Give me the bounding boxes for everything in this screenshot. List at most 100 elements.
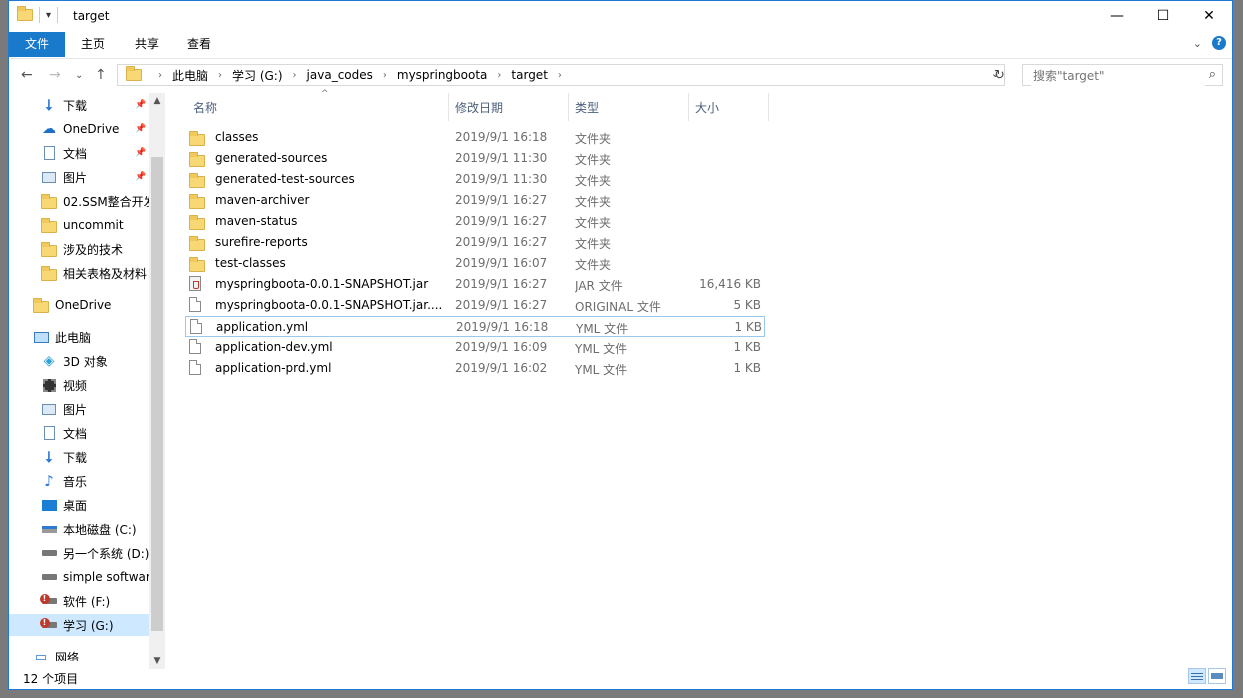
nav-item[interactable]: simple softwar: [9, 566, 149, 588]
nav-item[interactable]: 图片 📌: [9, 166, 149, 188]
tab-share[interactable]: 共享: [125, 32, 169, 57]
breadcrumb-target[interactable]: target: [511, 68, 548, 82]
file-row[interactable]: application.yml 2019/9/1 16:18 YML 文件 1 KB: [185, 316, 765, 337]
maximize-button[interactable]: ☐: [1140, 1, 1186, 31]
large-icons-view-icon[interactable]: [1208, 668, 1226, 684]
file-row[interactable]: generated-test-sources 2019/9/1 11:30 文件夹: [185, 169, 765, 190]
sort-ascending-icon: ^: [321, 89, 329, 99]
nav-item[interactable]: ◈ 3D 对象: [9, 350, 149, 372]
title-bar[interactable]: ▾ target — ☐ ✕: [9, 1, 1232, 31]
breadcrumb-this-pc[interactable]: 此电脑: [172, 67, 208, 84]
network-icon: ▭: [34, 649, 48, 662]
nav-item[interactable]: 文档 📌: [9, 142, 149, 164]
nav-item-label: 文档: [63, 426, 88, 441]
nav-item[interactable]: 视频: [9, 374, 149, 396]
file-row[interactable]: application-prd.yml 2019/9/1 16:02 YML 文件 1…: [185, 358, 765, 379]
nav-item[interactable]: 02.SSM整合开发: [9, 190, 149, 212]
quick-access-toolbar: ▾: [17, 6, 59, 23]
pin-icon[interactable]: 📌: [135, 172, 146, 182]
chevron-right-icon[interactable]: ›: [158, 70, 162, 81]
back-arrow-icon[interactable]: ←: [21, 67, 33, 83]
nav-item[interactable]: uncommit: [9, 214, 149, 236]
pin-icon[interactable]: 📌: [135, 100, 146, 110]
refresh-icon[interactable]: ↻: [994, 68, 1005, 83]
folder-icon[interactable]: [17, 6, 33, 21]
navigation-pane-scrollbar[interactable]: ▲ ▼: [149, 93, 165, 669]
search-box[interactable]: ⌕: [1022, 64, 1223, 86]
nav-item[interactable]: ☁ OneDrive 📌: [9, 118, 149, 140]
nav-item[interactable]: 另一个系统 (D:): [9, 542, 149, 564]
nav-item[interactable]: 文档: [9, 422, 149, 444]
window-controls: — ☐ ✕: [1094, 1, 1232, 31]
file-row[interactable]: test-classes 2019/9/1 16:07 文件夹: [185, 253, 765, 274]
breadcrumb-drive-g[interactable]: 学习 (G:): [232, 67, 283, 84]
tab-file[interactable]: 文件: [9, 32, 65, 57]
chevron-right-icon[interactable]: ›: [293, 70, 297, 81]
folder-icon: [189, 257, 205, 275]
breadcrumb-java-codes[interactable]: java_codes: [307, 68, 373, 82]
file-name: application.yml: [216, 320, 309, 334]
chevron-right-icon[interactable]: ›: [558, 70, 562, 81]
view-switcher: [1188, 668, 1226, 684]
up-arrow-icon[interactable]: ↑: [95, 67, 107, 83]
nav-item[interactable]: 桌面: [9, 494, 149, 516]
tab-home[interactable]: 主页: [71, 32, 115, 57]
scroll-up-icon[interactable]: ▲: [149, 93, 165, 109]
file-row[interactable]: maven-archiver 2019/9/1 16:27 文件夹: [185, 190, 765, 211]
nav-item[interactable]: 相关表格及材料: [9, 262, 149, 284]
folder-icon: [33, 297, 49, 313]
pin-icon[interactable]: 📌: [135, 124, 146, 134]
nav-item[interactable]: ! 学习 (G:): [9, 614, 149, 636]
expand-ribbon-icon[interactable]: ⌄: [1193, 37, 1202, 50]
chevron-right-icon[interactable]: ›: [218, 70, 222, 81]
drive-icon: [41, 569, 57, 585]
chevron-right-icon[interactable]: ›: [497, 70, 501, 81]
column-header-name[interactable]: ^ 名称: [185, 89, 449, 121]
nav-item[interactable]: ▭ 网络: [9, 646, 149, 662]
toolbar-divider: [39, 7, 40, 23]
help-icon[interactable]: ?: [1212, 36, 1226, 50]
recent-locations-icon[interactable]: ⌄: [75, 70, 83, 81]
details-view-icon[interactable]: [1188, 668, 1206, 684]
nav-item[interactable]: 涉及的技术: [9, 238, 149, 260]
nav-item[interactable]: ⭣ 下载 📌: [9, 94, 149, 116]
pin-icon[interactable]: 📌: [135, 148, 146, 158]
chevron-right-icon[interactable]: ›: [383, 70, 387, 81]
document-icon: [41, 425, 57, 441]
minimize-button[interactable]: —: [1094, 1, 1140, 31]
nav-item[interactable]: 此电脑: [9, 326, 149, 348]
file-name: application-dev.yml: [215, 340, 333, 354]
file-row[interactable]: application-dev.yml 2019/9/1 16:09 YML 文件 1…: [185, 337, 765, 358]
close-button[interactable]: ✕: [1186, 1, 1232, 31]
scrollbar-thumb[interactable]: [151, 157, 163, 631]
nav-item[interactable]: 图片: [9, 398, 149, 420]
column-header-type[interactable]: 类型: [569, 93, 689, 121]
file-icon: [190, 319, 202, 337]
file-row[interactable]: surefire-reports 2019/9/1 16:27 文件夹: [185, 232, 765, 253]
file-row[interactable]: myspringboota-0.0.1-SNAPSHOT.jar.... 2019…: [185, 295, 765, 316]
tab-view[interactable]: 查看: [177, 32, 221, 57]
forward-arrow-icon[interactable]: →: [49, 67, 61, 83]
nav-item[interactable]: ⭣ 下载: [9, 446, 149, 468]
address-bar[interactable]: › 此电脑 › 学习 (G:) › java_codes › myspringb…: [117, 64, 1005, 86]
nav-item[interactable]: 本地磁盘 (C:): [9, 518, 149, 540]
3d-objects-icon: ◈: [43, 353, 55, 369]
nav-item[interactable]: ♪ 音乐: [9, 470, 149, 492]
file-row[interactable]: classes 2019/9/1 16:18 文件夹: [185, 127, 765, 148]
file-size: 16,416 KB: [699, 277, 761, 291]
column-header-date[interactable]: 修改日期: [449, 93, 569, 121]
column-header-size[interactable]: 大小: [689, 93, 769, 121]
customize-toolbar-icon[interactable]: ▾: [46, 10, 51, 21]
file-row[interactable]: generated-sources 2019/9/1 11:30 文件夹: [185, 148, 765, 169]
nav-item[interactable]: OneDrive: [9, 294, 149, 316]
nav-item-label: 网络: [55, 650, 80, 662]
file-row[interactable]: maven-status 2019/9/1 16:27 文件夹: [185, 211, 765, 232]
folder-icon: [189, 215, 205, 233]
file-modified-date: 2019/9/1 11:30: [455, 172, 548, 186]
search-input[interactable]: [1031, 66, 1205, 86]
nav-item[interactable]: ! 软件 (F:): [9, 590, 149, 612]
file-row[interactable]: myspringboota-0.0.1-SNAPSHOT.jar 2019/9/1…: [185, 274, 765, 295]
file-modified-date: 2019/9/1 11:30: [455, 151, 548, 165]
breadcrumb-myspringboota[interactable]: myspringboota: [397, 68, 488, 82]
search-icon[interactable]: ⌕: [1209, 67, 1216, 82]
